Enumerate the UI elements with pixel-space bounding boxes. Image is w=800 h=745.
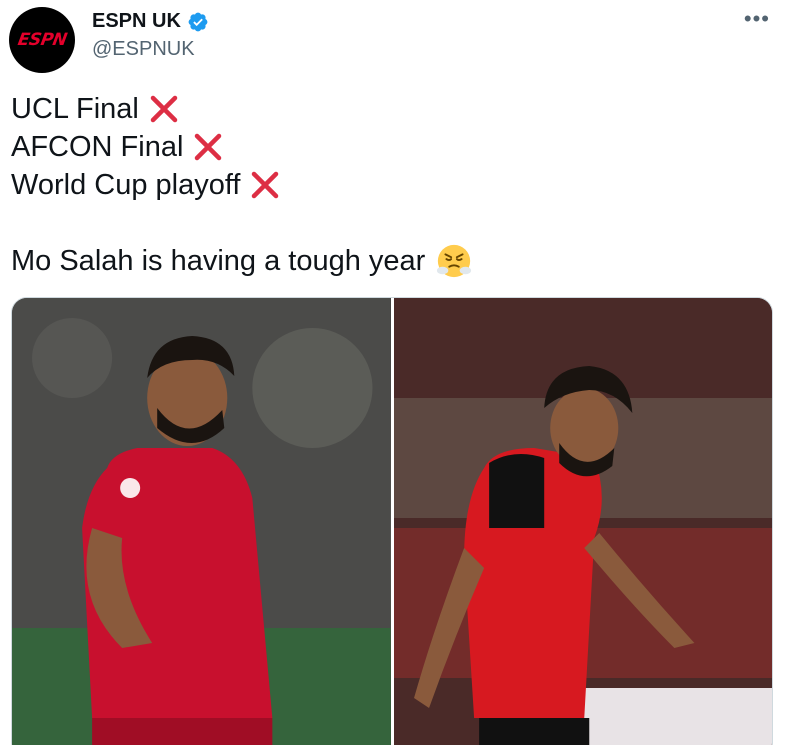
tweet-line-text: Mo Salah is having a tough year — [11, 245, 426, 277]
tweet-line-text: UCL Final — [11, 93, 139, 125]
tweet-line: Mo Salah is having a tough year — [11, 242, 473, 280]
tweet-text: UCL Final AFCON Final World Cup playoff … — [11, 90, 473, 280]
espn-logo: ESPN — [15, 30, 69, 50]
photo-right-illustration — [393, 298, 772, 745]
verified-badge-icon — [188, 12, 208, 31]
tweet-line-text: World Cup playoff — [11, 169, 241, 201]
photo-salah-egypt[interactable] — [393, 298, 772, 745]
face-with-steam-icon — [437, 244, 472, 278]
more-options-button[interactable]: ••• — [744, 6, 770, 32]
tweet-line-text: AFCON Final — [11, 131, 184, 163]
tweet-card: ESPN ESPN UK @ESPNUK ••• UCL Final AFCON… — [0, 0, 800, 745]
tweet-line: World Cup playoff — [11, 166, 473, 204]
author-name-row: ESPN UK — [92, 10, 209, 33]
tweet-line: UCL Final — [11, 90, 473, 128]
media-gallery[interactable] — [11, 297, 773, 745]
avatar[interactable]: ESPN — [9, 7, 75, 73]
tweet-line: AFCON Final — [11, 128, 473, 166]
cross-mark-icon — [252, 171, 279, 199]
cross-mark-icon — [150, 95, 178, 123]
photo-left-illustration — [12, 298, 391, 745]
cross-mark-icon — [195, 133, 222, 161]
photo-salah-liverpool[interactable] — [12, 298, 391, 745]
author-handle[interactable]: @ESPNUK — [92, 38, 195, 61]
author-display-name[interactable]: ESPN UK — [92, 10, 181, 33]
